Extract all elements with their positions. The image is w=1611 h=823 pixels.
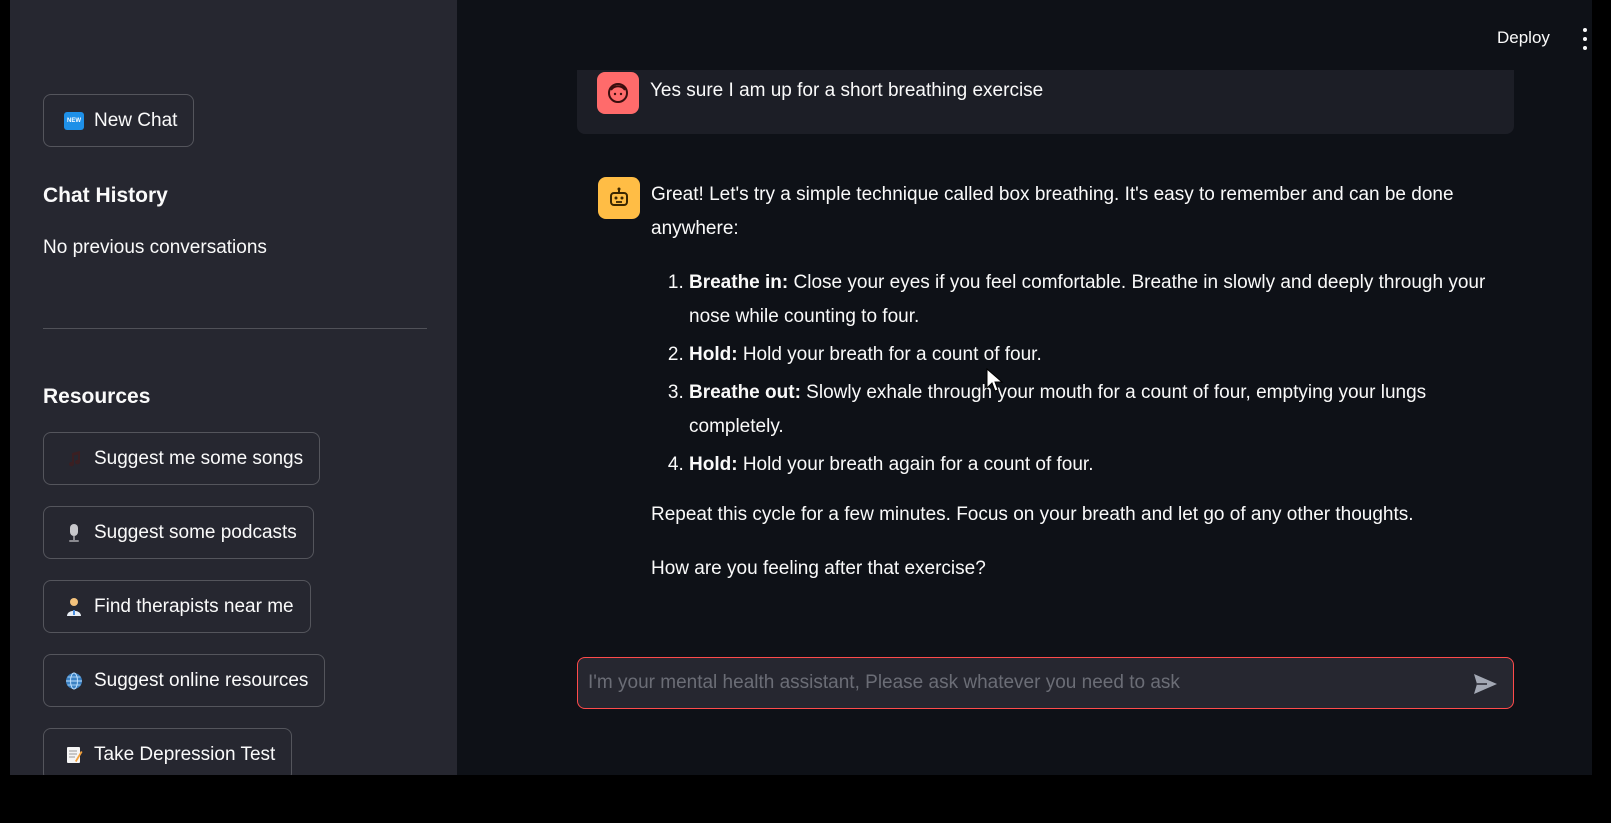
- main-menu-icon[interactable]: [1581, 28, 1589, 50]
- app-window: NEW New Chat Chat History No previous co…: [10, 0, 1592, 775]
- assistant-avatar-icon: [598, 177, 640, 219]
- assistant-message: Great! Let's try a simple technique call…: [651, 178, 1491, 586]
- user-avatar-icon: [597, 72, 639, 114]
- deploy-button[interactable]: Deploy: [1497, 28, 1550, 48]
- resource-therapists-button[interactable]: Find therapists near me: [43, 580, 311, 633]
- music-note-icon: [64, 449, 84, 469]
- sidebar: NEW New Chat Chat History No previous co…: [10, 0, 457, 775]
- resource-songs-button[interactable]: Suggest me some songs: [43, 432, 321, 485]
- sidebar-divider: [43, 328, 427, 329]
- list-item: Hold: Hold your breath for a count of fo…: [689, 338, 1491, 372]
- assistant-question: How are you feeling after that exercise?: [651, 558, 986, 579]
- chat-history-heading: Chat History: [43, 184, 168, 207]
- chat-history-empty: No previous conversations: [43, 237, 267, 258]
- resources-heading: Resources: [43, 385, 151, 408]
- resource-online-button[interactable]: Suggest online resources: [43, 654, 326, 707]
- assistant-intro: Great! Let's try a simple technique call…: [651, 184, 1454, 239]
- resource-songs-label: Suggest me some songs: [94, 447, 304, 469]
- new-badge-icon: NEW: [64, 111, 84, 130]
- health-worker-icon: [64, 597, 84, 617]
- microphone-icon: [64, 523, 84, 543]
- send-icon[interactable]: [1471, 670, 1499, 698]
- resource-online-label: Suggest online resources: [94, 669, 309, 691]
- memo-icon: [64, 745, 84, 765]
- list-item: Breathe in: Close your eyes if you feel …: [689, 266, 1491, 334]
- new-chat-button[interactable]: NEW New Chat: [43, 94, 195, 147]
- new-chat-label: New Chat: [94, 109, 178, 131]
- user-message: Yes sure I am up for a short breathing e…: [577, 70, 1514, 134]
- resource-depression-test-label: Take Depression Test: [94, 743, 276, 765]
- user-message-text: Yes sure I am up for a short breathing e…: [650, 80, 1044, 101]
- resource-podcasts-label: Suggest some podcasts: [94, 521, 297, 543]
- resource-podcasts-button[interactable]: Suggest some podcasts: [43, 506, 314, 559]
- assistant-repeat-text: Repeat this cycle for a few minutes. Foc…: [651, 504, 1414, 525]
- chat-input[interactable]: [578, 658, 1458, 708]
- breathing-steps-list: Breathe in: Close your eyes if you feel …: [651, 266, 1491, 482]
- chat-input-container: [577, 657, 1514, 709]
- list-item: Breathe out: Slowly exhale through your …: [689, 376, 1491, 444]
- resource-depression-test-button[interactable]: Take Depression Test: [43, 728, 293, 775]
- resource-therapists-label: Find therapists near me: [94, 595, 294, 617]
- mouse-cursor-icon: [986, 367, 1004, 394]
- globe-icon: [64, 671, 84, 691]
- list-item: Hold: Hold your breath again for a count…: [689, 448, 1491, 482]
